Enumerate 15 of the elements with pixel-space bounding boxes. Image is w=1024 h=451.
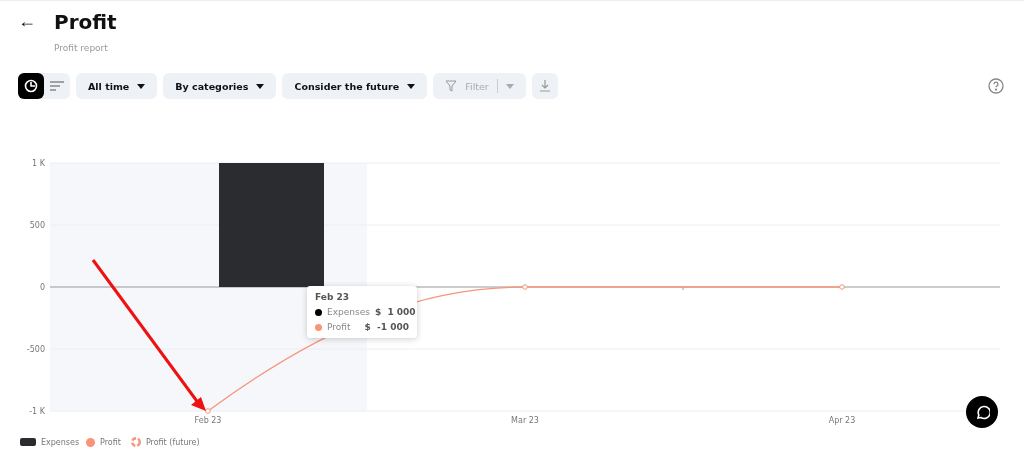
axis-label: 1 K: [32, 159, 45, 168]
axis-label: 0: [39, 283, 45, 292]
series-label: Expenses: [327, 307, 370, 317]
tooltip-title: Feb 23: [315, 292, 350, 302]
series-value: $ 1 000: [374, 307, 416, 317]
axis-label: Feb 23: [194, 416, 222, 425]
series-value: $ -1 000: [364, 322, 409, 332]
axis-label: -500: [26, 345, 45, 354]
axis-label: Mar 23: [511, 416, 539, 425]
series-label: Profit: [327, 322, 351, 332]
page-title: Profit: [54, 9, 117, 35]
axis-label: Apr 23: [828, 416, 856, 425]
axis-label: -1 K: [29, 407, 45, 416]
page-subtitle: Profit report: [54, 43, 109, 53]
axis-label: 500: [29, 221, 45, 230]
